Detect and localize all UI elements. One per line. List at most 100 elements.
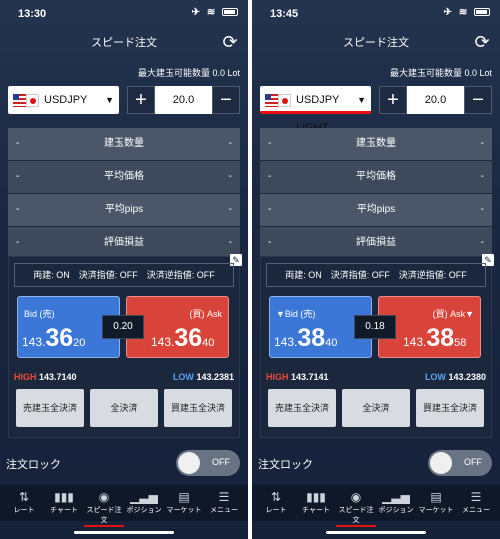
close-all-buy-button[interactable]: 買建玉全決済 (416, 389, 484, 427)
tab-menu[interactable]: ☰ メニュー (204, 489, 244, 515)
status-icons: ✈ ≋ (192, 7, 238, 18)
increment-button[interactable]: + (127, 86, 155, 114)
close-all-buy-button[interactable]: 買建玉全決済 (164, 389, 232, 427)
stat-right-value: - (228, 204, 232, 215)
stat-row: - 平均価格 - (260, 161, 492, 193)
position-stats: - 建玉数量 - - 平均価格 - - 平均pips - - 評価損益 - (8, 128, 240, 260)
stat-label: 平均pips (356, 204, 396, 215)
stat-left-value: - (268, 138, 272, 149)
tab-speed-order[interactable]: ◉ スピード注文 (336, 489, 376, 527)
status-icons: ✈ ≋ (444, 7, 490, 18)
ask-price: 143.3858 (403, 324, 467, 352)
stat-label: 評価損益 (104, 237, 144, 248)
toggle-state: OFF (464, 457, 482, 467)
quantity-stepper: + 20.0 − (127, 86, 240, 114)
stat-left-value: - (16, 204, 20, 215)
tab-chart[interactable]: ▮▮▮ チャート (296, 489, 336, 515)
close-all-sell-button[interactable]: 売建玉全決済 (268, 389, 336, 427)
status-time: 13:45 (270, 8, 299, 20)
tab-label: ポジション (126, 507, 162, 514)
stat-right-value: - (228, 171, 232, 182)
tab-speed-order[interactable]: ◉ スピード注文 (84, 489, 124, 527)
stat-label: 平均価格 (104, 171, 144, 182)
increment-button[interactable]: + (379, 86, 407, 114)
order-lock-label: 注文ロック (258, 459, 313, 471)
currency-pair-select[interactable]: USDJPY ▼ (8, 86, 119, 114)
stat-right-value: - (228, 138, 232, 149)
spread-value: 0.18 (354, 315, 396, 339)
nav-bar: スピード注文 ⟳ (0, 30, 248, 56)
tab-label: スピード注文 (86, 507, 122, 524)
order-lock-row: 注文ロック OFF (0, 450, 248, 476)
chevron-down-icon: ▼ (357, 95, 366, 105)
stat-row: - 平均価格 - (8, 161, 240, 193)
order-modes: 両建: ON 決済指値: OFF 決済逆指値: OFF (14, 263, 234, 287)
rate-icon: ⇅ (270, 490, 282, 504)
tab-menu[interactable]: ☰ メニュー (456, 489, 496, 515)
order-lock-label: 注文ロック (6, 459, 61, 471)
decrement-button[interactable]: − (212, 86, 240, 114)
refresh-icon[interactable]: ⟳ (472, 32, 492, 52)
tab-positions[interactable]: ▁▃▅ ポジション (376, 489, 416, 515)
toggle-state: OFF (212, 457, 230, 467)
quantity-input[interactable]: 20.0 (407, 86, 464, 114)
order-modes: 両建: ON 決済指値: OFF 決済逆指値: OFF (266, 263, 486, 287)
toggle-knob (178, 452, 200, 474)
stat-label: 建玉数量 (104, 138, 144, 149)
stat-left-value: - (268, 204, 272, 215)
bid-label: Bid (売) (24, 309, 55, 319)
order-lock-toggle[interactable]: OFF (428, 450, 492, 476)
tab-label: メニュー (210, 507, 238, 514)
currency-pair-label: USDJPY (44, 94, 88, 106)
nav-bar: スピード注文 ⟳ (252, 30, 500, 56)
home-indicator (326, 531, 426, 534)
order-lock-toggle[interactable]: OFF (176, 450, 240, 476)
stat-left-value: - (268, 237, 272, 248)
tab-rate[interactable]: ⇅ レート (4, 489, 44, 515)
stat-left-value: - (16, 237, 20, 248)
position-stats: - 建玉数量 - - 平均価格 - - 平均pips - - 評価損益 - (260, 128, 492, 260)
us-jp-flag-icon (265, 94, 291, 107)
spread-value: 0.20 (102, 315, 144, 339)
max-lot-text: 最大建玉可能数量 0.0 Lot (137, 68, 240, 78)
tab-label: チャート (50, 507, 78, 514)
tab-positions[interactable]: ▁▃▅ ポジション (124, 489, 164, 515)
tab-label: レート (13, 507, 35, 514)
stat-left-value: - (16, 138, 20, 149)
market-icon: ▤ (178, 490, 190, 504)
currency-pair-select[interactable]: USDJPY LIGHT ▼ (260, 86, 371, 134)
toggle-knob (430, 452, 452, 474)
high-price: HIGH 143.7140 (14, 372, 77, 382)
stat-label: 平均pips (104, 204, 144, 215)
tab-label: メニュー (462, 507, 490, 514)
rate-icon: ⇅ (18, 490, 30, 504)
stat-row: - 評価損益 - (8, 227, 240, 259)
stat-row: - 評価損益 - (260, 227, 492, 259)
stat-label: 平均価格 (356, 171, 396, 182)
tab-market[interactable]: ▤ マーケット (416, 489, 456, 515)
stat-right-value: - (480, 204, 484, 215)
close-all-button[interactable]: 全決済 (342, 389, 410, 427)
stat-left-value: - (268, 171, 272, 182)
tab-market[interactable]: ▤ マーケット (164, 489, 204, 515)
speed-order-icon: ◉ (350, 490, 362, 504)
stat-row: - 建玉数量 - (260, 128, 492, 160)
battery-icon (474, 8, 490, 16)
stat-left-value: - (16, 171, 20, 182)
close-all-button[interactable]: 全決済 (90, 389, 158, 427)
order-lock-row: 注文ロック OFF (252, 450, 500, 476)
decrement-button[interactable]: − (464, 86, 492, 114)
status-bar: 13:30 ✈ ≋ (0, 0, 248, 28)
close-all-sell-button[interactable]: 売建玉全決済 (16, 389, 84, 427)
tab-chart[interactable]: ▮▮▮ チャート (44, 489, 84, 515)
refresh-icon[interactable]: ⟳ (220, 32, 240, 52)
home-indicator (74, 531, 174, 534)
tab-bar: ⇅ レート ▮▮▮ チャート ◉ スピード注文 ▁▃▅ ポジション ▤ マーケット ☰ メニュー (252, 485, 500, 527)
max-lot-text: 最大建玉可能数量 0.0 Lot (389, 68, 492, 78)
tab-rate[interactable]: ⇅ レート (256, 489, 296, 515)
low-price: LOW 143.2381 (172, 372, 234, 382)
ask-label: (買) Ask (189, 309, 223, 319)
tab-label: レート (265, 507, 287, 514)
ask-price: 143.3640 (151, 324, 215, 352)
quantity-input[interactable]: 20.0 (155, 86, 212, 114)
